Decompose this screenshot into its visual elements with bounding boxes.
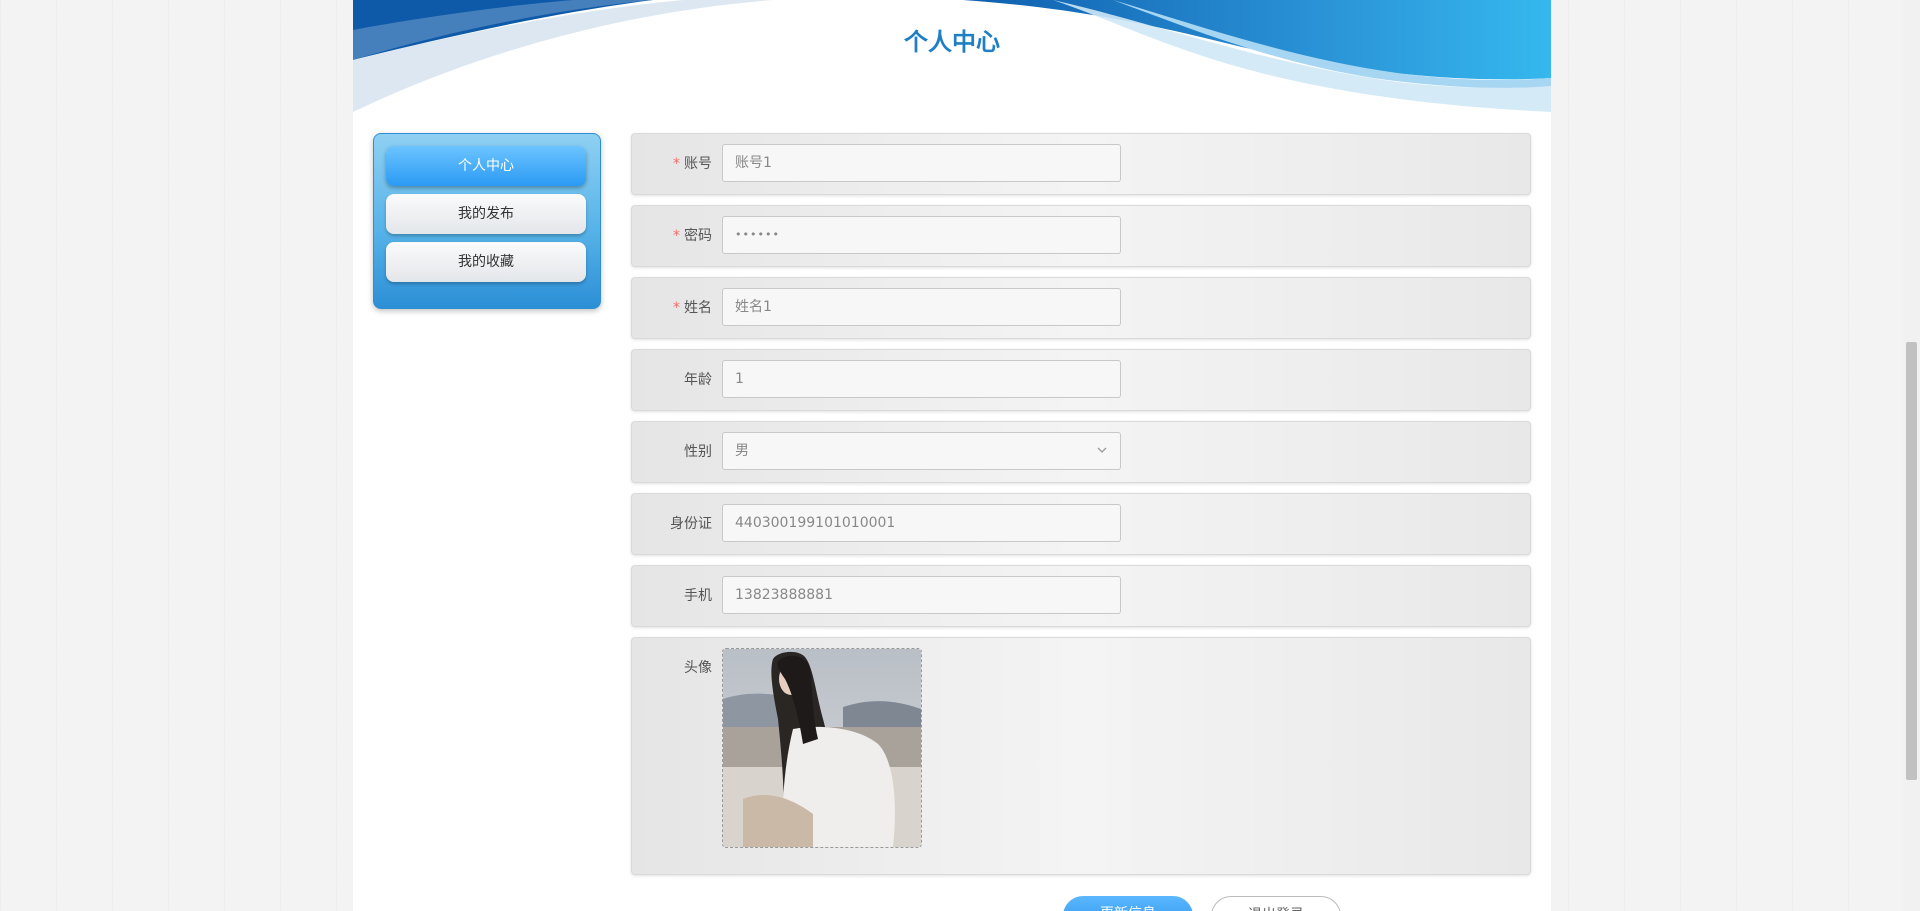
page-title: 个人中心 bbox=[904, 28, 1000, 56]
form-row-name: * 姓名 姓名1 bbox=[631, 277, 1531, 339]
sidebar-nav: 个人中心 我的发布 我的收藏 bbox=[373, 133, 601, 309]
phone-input[interactable]: 13823888881 bbox=[722, 576, 1121, 614]
page-container: 个人中心 个人中心 我的发布 我的收藏 * 账号 账号1 * 密码 •••••• *… bbox=[353, 0, 1551, 911]
sidebar-item-profile[interactable]: 个人中心 bbox=[386, 146, 586, 186]
required-marker: * bbox=[673, 300, 680, 316]
gender-selected-value: 男 bbox=[735, 443, 749, 459]
required-marker: * bbox=[673, 156, 680, 172]
id-card-input[interactable]: 440300199101010001 bbox=[722, 504, 1121, 542]
form-row-id-card: 身份证 440300199101010001 bbox=[631, 493, 1531, 555]
account-label: 账号 bbox=[684, 156, 712, 172]
id-card-label: 身份证 bbox=[670, 516, 712, 532]
form-row-age: 年龄 1 bbox=[631, 349, 1531, 411]
form-row-gender: 性别 男 bbox=[631, 421, 1531, 483]
form-row-password: * 密码 •••••• bbox=[631, 205, 1531, 267]
scrollbar-thumb[interactable] bbox=[1906, 342, 1917, 780]
form-row-account: * 账号 账号1 bbox=[631, 133, 1531, 195]
avatar-upload[interactable] bbox=[722, 648, 922, 848]
logout-button[interactable]: 退出登录 bbox=[1211, 896, 1341, 911]
name-label: 姓名 bbox=[684, 300, 712, 316]
sidebar-item-my-favorites[interactable]: 我的收藏 bbox=[386, 242, 586, 282]
gender-label: 性别 bbox=[684, 444, 712, 460]
sidebar-item-my-posts[interactable]: 我的发布 bbox=[386, 194, 586, 234]
avatar-label: 头像 bbox=[684, 660, 712, 676]
phone-label: 手机 bbox=[684, 588, 712, 604]
age-label: 年龄 bbox=[684, 372, 712, 388]
password-input[interactable]: •••••• bbox=[722, 216, 1121, 254]
account-input[interactable]: 账号1 bbox=[722, 144, 1121, 182]
avatar-image bbox=[723, 649, 921, 847]
form-row-avatar: 头像 bbox=[631, 637, 1531, 875]
form-row-phone: 手机 13823888881 bbox=[631, 565, 1531, 627]
age-input[interactable]: 1 bbox=[722, 360, 1121, 398]
password-label: 密码 bbox=[684, 228, 712, 244]
chevron-down-icon bbox=[1096, 433, 1108, 469]
name-input[interactable]: 姓名1 bbox=[722, 288, 1121, 326]
required-marker: * bbox=[673, 228, 680, 244]
update-info-button[interactable]: 更新信息 bbox=[1063, 896, 1193, 911]
gender-select[interactable]: 男 bbox=[722, 432, 1121, 470]
